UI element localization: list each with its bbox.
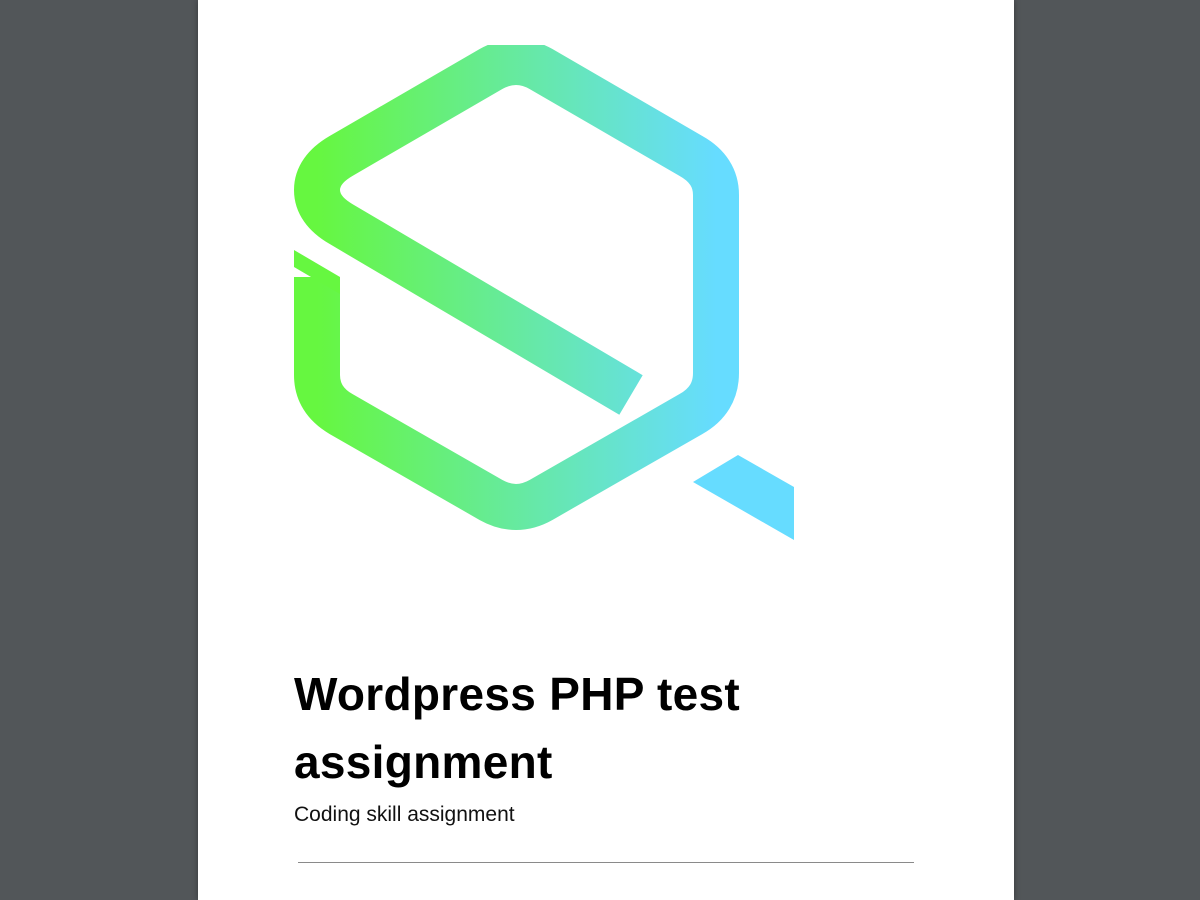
document-subtitle: Coding skill assignment	[294, 803, 515, 826]
hexagon-q-logo-icon	[294, 45, 794, 540]
title-divider	[298, 862, 914, 863]
pdf-viewer: Wordpress PHP test assignment Coding ski…	[0, 0, 1200, 900]
document-page: Wordpress PHP test assignment Coding ski…	[198, 0, 1014, 900]
document-title: Wordpress PHP test assignment	[294, 668, 740, 788]
